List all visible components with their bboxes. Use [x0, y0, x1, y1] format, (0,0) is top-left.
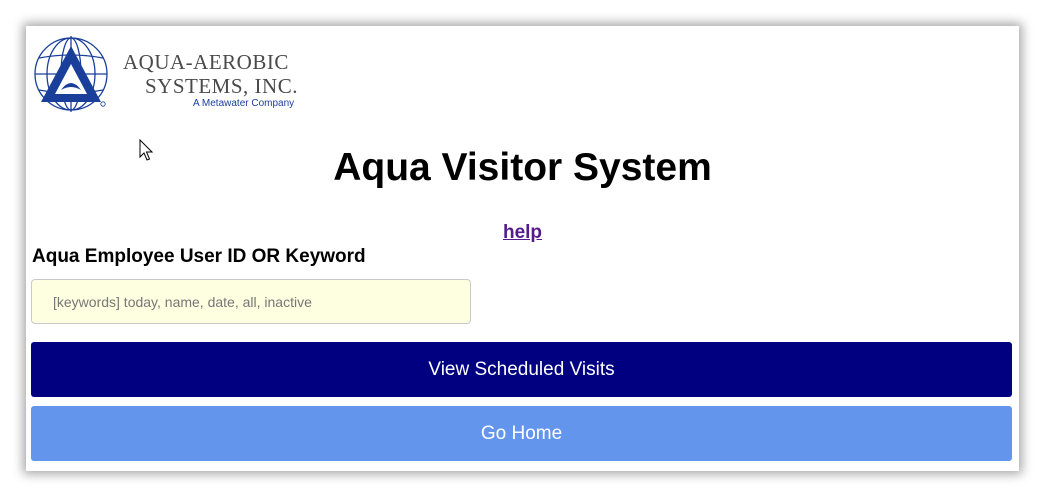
- search-input[interactable]: [31, 279, 471, 324]
- app-window: AQUA-AEROBIC SYSTEMS, INC. A Metawater C…: [26, 26, 1019, 471]
- globe-triangle-logo-icon: [34, 36, 108, 112]
- help-link[interactable]: help: [503, 222, 542, 243]
- logo-tagline: A Metawater Company: [193, 98, 295, 109]
- logo-company-name-line2: SYSTEMS, INC.: [145, 74, 298, 98]
- go-home-button[interactable]: Go Home: [31, 406, 1012, 461]
- company-logo: AQUA-AEROBIC SYSTEMS, INC. A Metawater C…: [31, 32, 321, 122]
- view-scheduled-visits-button[interactable]: View Scheduled Visits: [31, 342, 1012, 397]
- help-link-wrapper: help: [26, 222, 1019, 244]
- search-field-label: Aqua Employee User ID OR Keyword: [32, 246, 366, 267]
- logo-company-name-line1: AQUA-AEROBIC: [123, 50, 289, 74]
- page-title: Aqua Visitor System: [333, 146, 712, 189]
